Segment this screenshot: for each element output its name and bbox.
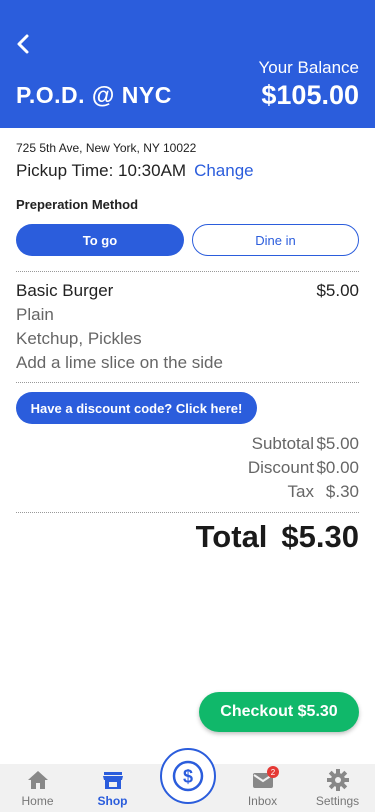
- tab-label: Inbox: [247, 794, 278, 808]
- item-modifier: Ketchup, Pickles: [16, 329, 142, 348]
- item-modifier: Add a lime slice on the side: [16, 353, 223, 372]
- gear-icon: [326, 769, 349, 791]
- total-value: $5.30: [281, 519, 359, 554]
- subtotal-row: Subtotal $5.00: [214, 434, 359, 454]
- svg-text:$: $: [183, 767, 193, 787]
- checkout-button[interactable]: Checkout $5.30: [199, 692, 359, 732]
- balance-value: $105.00: [261, 80, 359, 110]
- dine-in-button[interactable]: Dine in: [192, 224, 359, 256]
- tax-row: Tax $.30: [214, 482, 359, 502]
- discount-code-button[interactable]: Have a discount code? Click here!: [16, 392, 257, 424]
- tab-label: Home: [21, 794, 54, 808]
- home-icon: [27, 769, 49, 791]
- tab-inbox[interactable]: 2 Inbox: [225, 764, 300, 812]
- tab-settings[interactable]: Settings: [300, 764, 375, 812]
- total-label: Total: [195, 519, 268, 554]
- store-name: P.O.D. @ NYC: [16, 82, 172, 108]
- item-name: Basic Burger: [16, 281, 114, 300]
- discount-label: Discount: [247, 458, 314, 477]
- pickup-time-text: Pickup Time: 10:30AM: [16, 161, 187, 180]
- pickup-time: Pickup Time: 10:30AM Change: [16, 161, 254, 181]
- tax-label: Tax: [287, 482, 314, 501]
- dollar-icon: $: [172, 760, 204, 792]
- preparation-method-label: Preperation Method: [16, 197, 139, 212]
- tab-home[interactable]: Home: [0, 764, 75, 812]
- item-price: $5.00: [316, 281, 359, 300]
- total-row: Total $5.30: [196, 519, 359, 555]
- tab-label: Shop: [97, 794, 128, 808]
- header: P.O.D. @ NYC Your Balance $105.00: [0, 0, 375, 128]
- change-pickup-link[interactable]: Change: [194, 161, 254, 180]
- store-address: 725 5th Ave, New York, NY 10022: [16, 141, 197, 155]
- pay-button[interactable]: $: [160, 748, 216, 804]
- divider: [16, 512, 359, 513]
- to-go-button[interactable]: To go: [16, 224, 184, 256]
- tax-value: $.30: [325, 482, 359, 501]
- discount-row: Discount $0.00: [214, 458, 359, 478]
- tab-label: Settings: [315, 794, 360, 808]
- balance-label: Your Balance: [258, 58, 359, 77]
- discount-value: $0.00: [316, 458, 359, 477]
- divider: [16, 382, 359, 383]
- divider: [16, 271, 359, 272]
- tab-shop[interactable]: Shop: [75, 764, 150, 812]
- chevron-left-icon: [17, 34, 29, 54]
- subtotal-value: $5.00: [316, 434, 359, 453]
- inbox-badge: 2: [267, 766, 279, 778]
- item-modifier: Plain: [16, 305, 54, 324]
- subtotal-label: Subtotal: [251, 434, 314, 453]
- store-icon: [102, 769, 124, 791]
- back-button[interactable]: [10, 30, 36, 58]
